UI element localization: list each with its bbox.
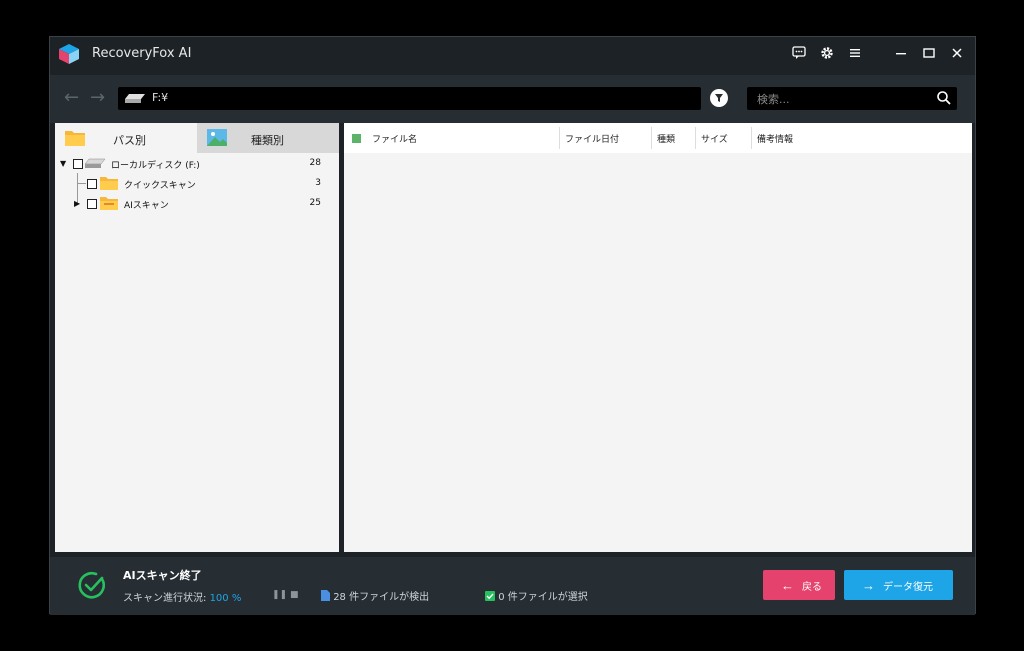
tab-by-path[interactable]: パス別 (55, 123, 197, 153)
search-box (747, 87, 957, 110)
arrow-left-icon: ← (781, 577, 794, 593)
path-bar[interactable]: F:¥ (118, 87, 701, 110)
settings-icon[interactable] (817, 43, 837, 63)
tab-label: 種類別 (251, 134, 284, 147)
column-header-notes[interactable]: 備考情報 (757, 132, 793, 145)
checkbox[interactable] (87, 199, 97, 209)
tree-item-drive[interactable]: ▼ ローカルディスク (F:) 28 (55, 155, 339, 173)
drive-icon (85, 158, 105, 168)
back-button-label: 戻る (802, 581, 822, 593)
scan-progress: スキャン進行状況: 100 % (123, 589, 241, 604)
checkbox[interactable] (87, 179, 97, 189)
tab-by-type[interactable]: 種類別 (197, 123, 339, 153)
close-icon[interactable] (947, 43, 967, 63)
checkbox[interactable] (73, 159, 83, 169)
scan-progress-value: 100 % (209, 593, 242, 604)
stop-icon[interactable]: ■ (290, 590, 299, 600)
folder-icon (65, 131, 85, 146)
toolbar: ← → F:¥ (50, 75, 975, 123)
arrow-right-icon: → (862, 577, 875, 593)
file-list-header: ファイル名 ファイル日付 種類 サイズ 備考情報 (344, 123, 972, 153)
scan-progress-label: スキャン進行状況: (123, 593, 210, 604)
file-list-panel: ファイル名 ファイル日付 種類 サイズ 備考情報 (344, 123, 972, 552)
back-arrow-icon[interactable]: ← (64, 87, 79, 108)
tree-item-quick-scan[interactable]: クイックスキャン 3 (55, 175, 339, 193)
column-divider[interactable] (751, 127, 752, 149)
tree-item-label: ローカルディスク (F:) (111, 161, 200, 171)
column-header-type[interactable]: 種類 (657, 132, 675, 145)
tree-item-count: 3 (315, 178, 321, 188)
column-divider[interactable] (695, 127, 696, 149)
minimize-icon[interactable] (891, 43, 911, 63)
feedback-icon[interactable] (789, 43, 809, 63)
menu-icon[interactable] (845, 43, 865, 63)
select-all-checkbox[interactable] (352, 134, 361, 143)
filter-icon (715, 94, 723, 102)
tab-label: パス別 (113, 134, 146, 147)
column-divider[interactable] (559, 127, 560, 149)
found-count: 28 件ファイルが検出 (321, 588, 429, 603)
selected-count-text: 0 件ファイルが選択 (498, 592, 588, 603)
pause-icon[interactable]: ❚❚ (272, 590, 287, 600)
title-bar: RecoveryFox AI (50, 37, 975, 73)
check-circle-icon (78, 571, 106, 599)
app-logo-icon (59, 44, 79, 64)
expand-right-icon[interactable]: ▶ (74, 199, 80, 208)
recover-button[interactable]: → データ復元 (844, 570, 953, 600)
scan-status-title: AIスキャン終了 (123, 569, 202, 582)
tree-item-label: クイックスキャン (124, 181, 196, 191)
app-title: RecoveryFox AI (92, 46, 192, 61)
file-icon (321, 590, 330, 601)
recover-button-label: データ復元 (883, 581, 933, 593)
checked-box-icon (485, 591, 495, 601)
tree-item-count: 25 (309, 198, 321, 208)
tree-item-count: 28 (309, 158, 321, 168)
tree-item-ai-scan[interactable]: ▶ AIスキャン 25 (55, 195, 339, 213)
folder-icon (100, 197, 118, 210)
image-icon (207, 129, 227, 146)
app-window: RecoveryFox AI ← → F:¥ 検索... パス別 種類別 ▼ ロ… (49, 36, 976, 615)
status-bar: AIスキャン終了 スキャン進行状況: 100 % ❚❚ ■ 28 件ファイルが検… (50, 557, 975, 615)
column-header-date[interactable]: ファイル日付 (565, 132, 619, 145)
back-button[interactable]: ← 戻る (763, 570, 835, 600)
folder-icon (100, 177, 118, 190)
drive-icon (125, 94, 145, 103)
expand-down-icon[interactable]: ▼ (60, 159, 66, 168)
maximize-icon[interactable] (919, 43, 939, 63)
folder-tree-panel: パス別 種類別 ▼ ローカルディスク (F:) 28 クイックスキャン 3 ▶ … (55, 123, 339, 552)
selected-count: 0 件ファイルが選択 (485, 588, 588, 603)
column-header-name[interactable]: ファイル名 (372, 132, 417, 145)
forward-arrow-icon[interactable]: → (90, 87, 105, 108)
column-divider[interactable] (651, 127, 652, 149)
path-text: F:¥ (152, 91, 169, 104)
search-icon[interactable] (935, 89, 953, 107)
filter-button[interactable] (710, 89, 728, 107)
search-input[interactable] (755, 90, 931, 108)
found-count-text: 28 件ファイルが検出 (333, 592, 430, 603)
tree-item-label: AIスキャン (124, 201, 169, 211)
column-header-size[interactable]: サイズ (701, 132, 728, 145)
